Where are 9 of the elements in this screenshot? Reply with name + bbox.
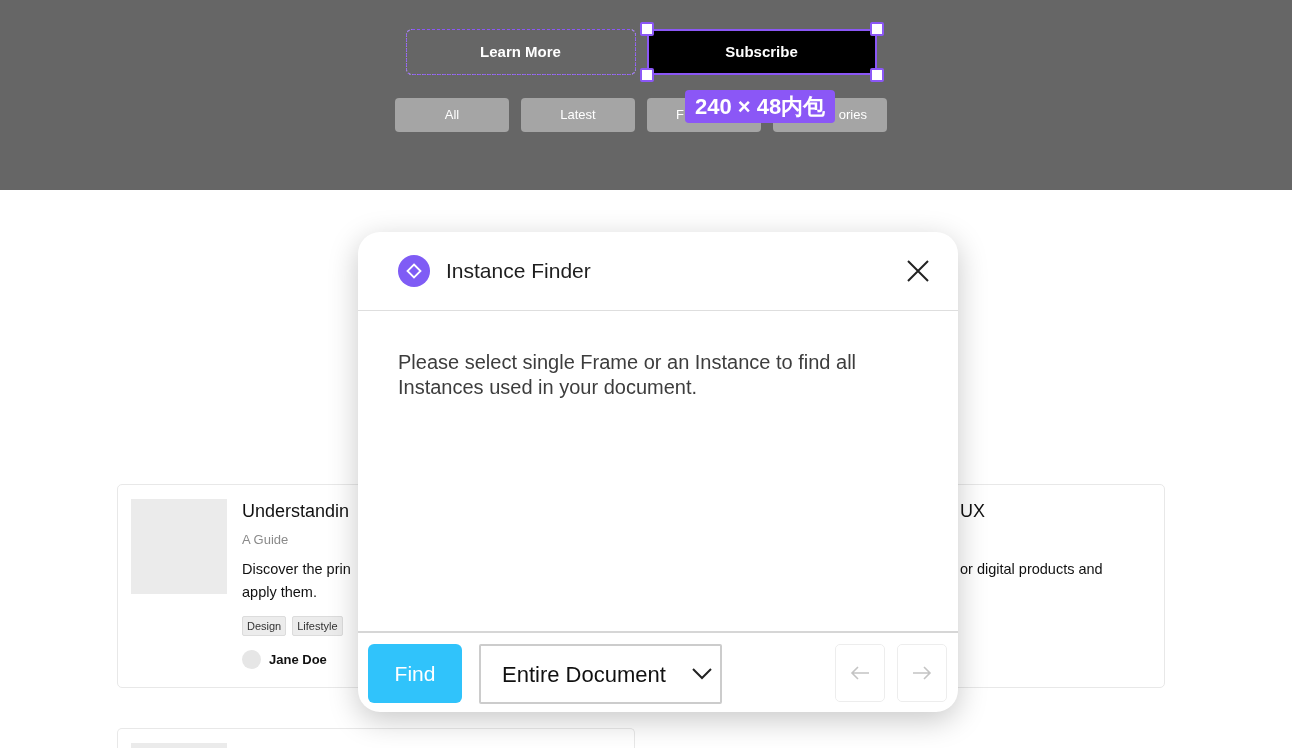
article-description: Discover the prin apply them. [242, 560, 351, 602]
author-name: Jane Doe [269, 651, 327, 669]
article-title: UX [960, 500, 986, 523]
size-label: 240 × 48内包 [685, 90, 836, 123]
article-title: Understandin [242, 500, 351, 523]
article-subtitle: A Guide [242, 531, 290, 549]
article-description: or digital products and [960, 560, 1103, 579]
dialog-message: Please select single Frame or an Instance to find all Instances used in your document. [398, 350, 858, 400]
dialog-title: Instance Finder [446, 258, 591, 285]
